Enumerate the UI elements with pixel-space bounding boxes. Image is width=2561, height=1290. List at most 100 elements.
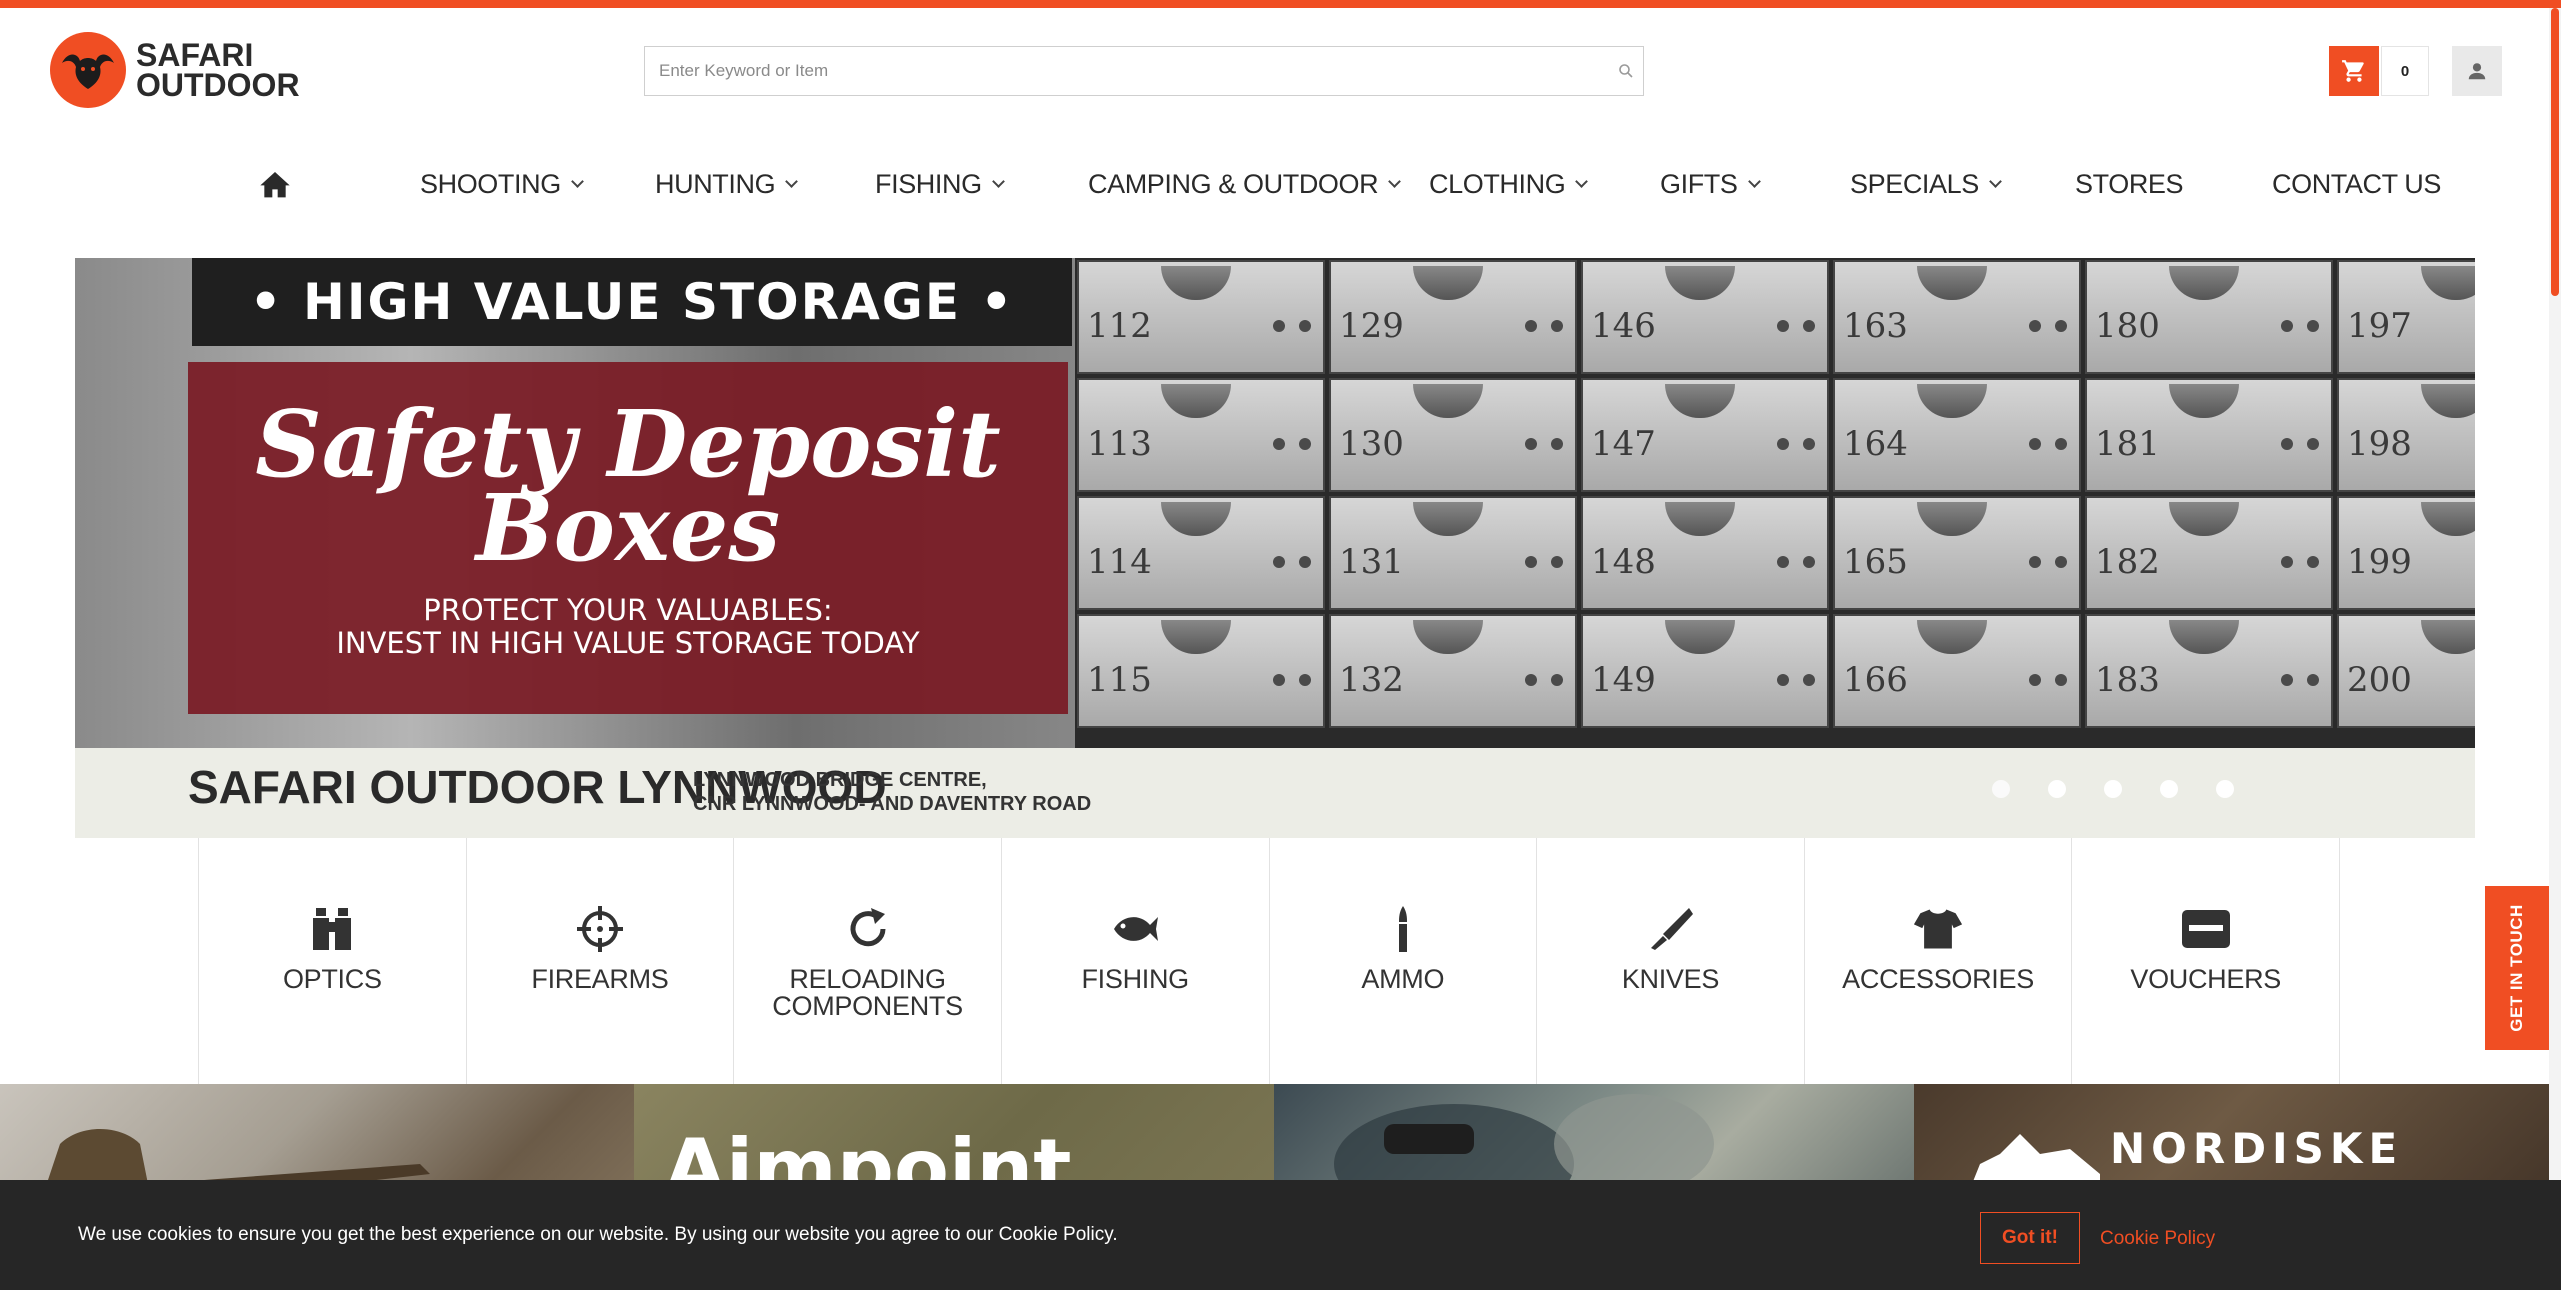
locker-door: 199 (2337, 496, 2475, 610)
category-label: KNIVES (1621, 964, 1720, 994)
nav-label: GIFTS (1660, 168, 1738, 199)
card-icon (2181, 904, 2231, 954)
keyhole-icon (1299, 674, 1311, 686)
keyhole-icon (1551, 320, 1563, 332)
keyhole-icon (1299, 556, 1311, 568)
slider-dot[interactable] (2216, 780, 2234, 798)
category-firearms[interactable]: FIREARMS (467, 838, 735, 1084)
locker-number: 147 (1591, 424, 1656, 464)
keyhole-icon (1803, 556, 1815, 568)
category-ammo[interactable]: AMMO (1270, 838, 1538, 1084)
page-scrollbar-thumb[interactable] (2551, 8, 2559, 296)
site-logo[interactable]: SAFARI OUTDOOR (50, 32, 300, 108)
get-in-touch-tab[interactable]: GET IN TOUCH (2485, 886, 2549, 1050)
nav-gifts[interactable]: GIFTS (1660, 164, 1761, 204)
hero-red-panel: Safety Deposit Boxes PROTECT YOUR VALUAB… (188, 362, 1068, 714)
locker-handle (1665, 384, 1736, 418)
keyhole-icon (2281, 438, 2293, 450)
locker-handle (1413, 266, 1484, 300)
slider-dot[interactable] (2104, 780, 2122, 798)
locker-door: 130 (1329, 378, 1577, 492)
locker-handle (1413, 384, 1484, 418)
cookie-accept-button[interactable]: Got it! (1980, 1212, 2080, 1264)
category-fishing[interactable]: FISHING (1002, 838, 1270, 1084)
nav-specials[interactable]: SPECIALS (1850, 164, 2002, 204)
buffalo-logo-icon (50, 32, 126, 108)
category-accessories[interactable]: ACCESSORIES (1805, 838, 2073, 1084)
locker-handle (1917, 384, 1988, 418)
search-icon[interactable] (1609, 63, 1643, 79)
account-button[interactable] (2452, 46, 2502, 96)
locker-number: 132 (1339, 660, 1404, 700)
nav-camping-outdoor[interactable]: CAMPING & OUTDOOR (1088, 164, 1402, 204)
keyhole-icon (1525, 674, 1537, 686)
locker-door: 131 (1329, 496, 1577, 610)
nav-shooting[interactable]: SHOOTING (420, 164, 584, 204)
hero-slider[interactable]: 112 129 146 163 180 197 113 130 147 164 181 198 114 1… (75, 258, 2475, 838)
cookie-policy-link[interactable]: Cookie Policy (2100, 1228, 2215, 1250)
chevron-down-icon (785, 174, 799, 188)
locker-door: 181 (2085, 378, 2333, 492)
locker-door: 146 (1581, 260, 1829, 374)
category-label: RELOADING COMPONENTS (772, 964, 963, 1021)
locker-handle (1413, 502, 1484, 536)
logo-line-2: OUTDOOR (136, 67, 300, 103)
keyhole-icon (2307, 438, 2319, 450)
locker-number: 180 (2095, 306, 2160, 346)
locker-door: 115 (1077, 614, 1325, 728)
locker-number: 166 (1843, 660, 1908, 700)
category-reloading-components[interactable]: RELOADING COMPONENTS (734, 838, 1002, 1084)
category-label: FIREARMS (531, 964, 669, 994)
category-knives[interactable]: KNIVES (1537, 838, 1805, 1084)
reload-icon (843, 904, 893, 954)
site-header: SAFARI OUTDOOR 0 (0, 8, 2561, 134)
category-optics[interactable]: OPTICS (199, 838, 467, 1084)
nav-contact-us[interactable]: CONTACT US (2272, 164, 2441, 204)
keyhole-icon (1777, 320, 1789, 332)
keyhole-icon (1777, 674, 1789, 686)
fish-icon (1110, 904, 1160, 954)
locker-door: 183 (2085, 614, 2333, 728)
nav-clothing[interactable]: CLOTHING (1429, 164, 1589, 204)
keyhole-icon (2055, 556, 2067, 568)
locker-handle (1161, 620, 1232, 654)
keyhole-icon (1777, 556, 1789, 568)
keyhole-icon (2055, 674, 2067, 686)
locker-number: 149 (1591, 660, 1656, 700)
cart-button[interactable] (2329, 46, 2379, 96)
slider-dot[interactable] (2048, 780, 2066, 798)
keyhole-icon (1525, 438, 1537, 450)
slider-dot[interactable] (1992, 780, 2010, 798)
cart-count[interactable]: 0 (2381, 46, 2429, 96)
locker-door: 198 (2337, 378, 2475, 492)
category-vouchers[interactable]: VOUCHERS (2072, 838, 2340, 1084)
category-label: OPTICS (282, 964, 382, 994)
locker-handle (2421, 502, 2475, 536)
top-accent-stripe (0, 0, 2561, 8)
search-bar (644, 46, 1644, 96)
nav-fishing[interactable]: FISHING (875, 164, 1005, 204)
nav-label: STORES (2075, 168, 2184, 199)
keyhole-icon (2307, 674, 2319, 686)
chevron-down-icon (991, 174, 1005, 188)
keyhole-icon (1273, 438, 1285, 450)
locker-number: 199 (2347, 542, 2412, 582)
locker-door: 180 (2085, 260, 2333, 374)
slider-dot[interactable] (2160, 780, 2178, 798)
hero-title-line-2: Boxes (475, 474, 781, 582)
logo-wordmark: SAFARI OUTDOOR (136, 39, 300, 103)
nav-hunting[interactable]: HUNTING (655, 164, 799, 204)
nav-label: CLOTHING (1429, 168, 1566, 199)
locker-number: 112 (1087, 306, 1152, 346)
store-address: LYNNWOOD BRIDGE CENTRE, CNR LYNNWOOD- AN… (693, 768, 1091, 816)
keyhole-icon (2281, 674, 2293, 686)
keyhole-icon (1551, 438, 1563, 450)
nav-home[interactable] (259, 164, 291, 204)
keyhole-icon (1803, 674, 1815, 686)
search-input[interactable] (645, 47, 1609, 95)
keyhole-icon (2307, 556, 2319, 568)
locker-number: 197 (2347, 306, 2412, 346)
nav-stores[interactable]: STORES (2075, 164, 2184, 204)
locker-door: 165 (1833, 496, 2081, 610)
binoculars-icon (307, 904, 357, 954)
